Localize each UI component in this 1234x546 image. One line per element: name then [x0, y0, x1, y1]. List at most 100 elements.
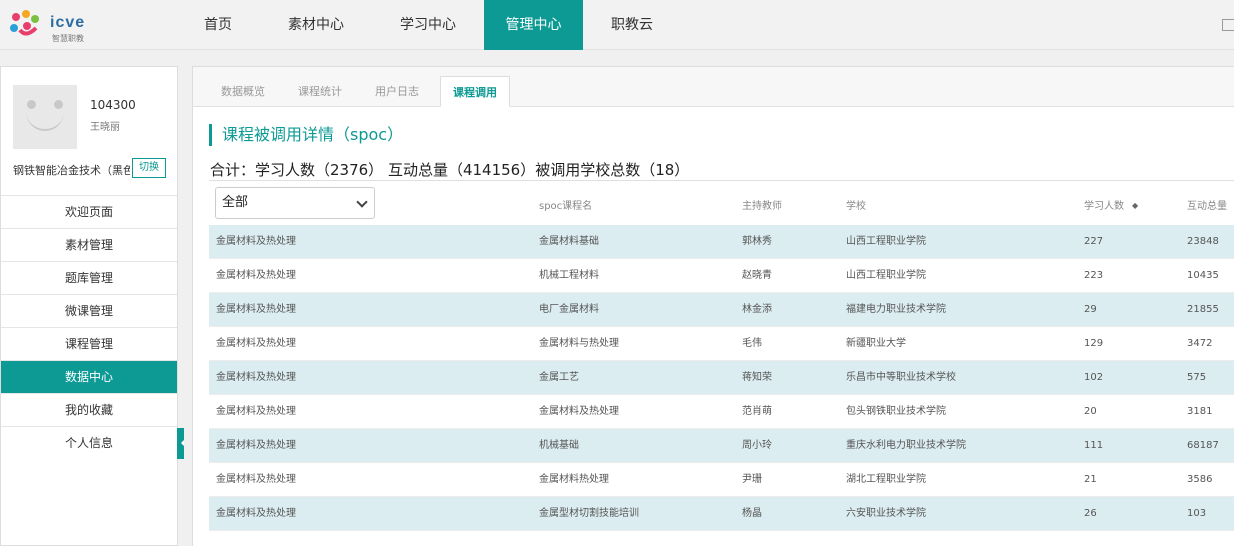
table-row: 金属材料及热处理 金属型材切割技能培训 杨晶 六安职业技术学院 26 103 — [209, 497, 1234, 531]
table-body: 金属材料及热处理 金属材料基础 郭林秀 山西工程职业学院 227 23848 金… — [209, 225, 1234, 531]
table-header: 全部 spoc课程名 主持教师 学校 学习人数 ◆ 互动总量 — [209, 180, 1234, 226]
cell-teacher: 范肖萌 — [742, 406, 772, 417]
mail-icon[interactable] — [1222, 19, 1234, 31]
tab-course-stats[interactable]: 课程统计 — [298, 76, 342, 107]
nav-home[interactable]: 首页 — [176, 0, 260, 50]
cell-spoc: 金属材料与热处理 — [539, 338, 619, 349]
user-id: 104300 — [90, 98, 136, 112]
table-row: 金属材料及热处理 金属材料与热处理 毛伟 新疆职业大学 129 3472 — [209, 327, 1234, 361]
cell-school: 山西工程职业学院 — [846, 236, 926, 247]
cell-learners: 29 — [1084, 304, 1097, 315]
cell-teacher: 林金添 — [742, 304, 772, 315]
course-filter-select[interactable]: 全部 — [215, 187, 375, 219]
sort-icon[interactable]: ◆ — [1132, 201, 1138, 210]
logo-text: icve — [50, 14, 86, 31]
cell-course: 金属材料及热处理 — [216, 440, 296, 451]
cell-learners: 129 — [1084, 338, 1104, 349]
cell-teacher: 尹珊 — [742, 474, 762, 485]
table-row: 金属材料及热处理 金属工艺 蒋知荣 乐昌市中等职业技术学校 102 575 — [209, 361, 1234, 395]
table-row: 金属材料及热处理 金属材料热处理 尹珊 湖北工程职业学院 21 3586 — [209, 463, 1234, 497]
nav-learning-center[interactable]: 学习中心 — [372, 0, 484, 50]
cell-course: 金属材料及热处理 — [216, 338, 296, 349]
cell-school: 新疆职业大学 — [846, 338, 906, 349]
cell-school: 山西工程职业学院 — [846, 270, 926, 281]
cell-interactions: 3586 — [1187, 474, 1213, 485]
table-row: 金属材料及热处理 电厂金属材料 林金添 福建电力职业技术学院 29 21855 — [209, 293, 1234, 327]
sidebar-item-profile[interactable]: 个人信息 — [1, 426, 177, 459]
cell-school: 乐昌市中等职业技术学校 — [846, 372, 956, 383]
cell-teacher: 周小玲 — [742, 440, 772, 451]
tab-user-log[interactable]: 用户日志 — [375, 76, 419, 107]
nav-management-center[interactable]: 管理中心 — [484, 0, 583, 50]
cell-learners: 26 — [1084, 508, 1097, 519]
cell-school: 湖北工程职业学院 — [846, 474, 926, 485]
logo-mark-icon — [10, 10, 39, 36]
cell-teacher: 杨晶 — [742, 508, 762, 519]
cell-teacher: 郭林秀 — [742, 236, 772, 247]
cell-interactions: 103 — [1187, 508, 1207, 519]
cell-course: 金属材料及热处理 — [216, 474, 296, 485]
cell-spoc: 机械工程材料 — [539, 270, 599, 281]
cell-teacher: 毛伟 — [742, 338, 762, 349]
switch-course-button[interactable]: 切换 — [132, 158, 166, 178]
table-row: 金属材料及热处理 机械工程材料 赵晓青 山西工程职业学院 223 10435 — [209, 259, 1234, 293]
cell-course: 金属材料及热处理 — [216, 406, 296, 417]
cell-learners: 111 — [1084, 440, 1104, 451]
cell-course: 金属材料及热处理 — [216, 372, 296, 383]
cell-spoc: 金属工艺 — [539, 372, 579, 383]
sidebar-item-question-bank[interactable]: 题库管理 — [1, 261, 177, 294]
icve-logo[interactable]: icve 智慧职教 — [6, 8, 90, 44]
column-learners-label: 学习人数 — [1084, 201, 1124, 212]
cell-school: 重庆水利电力职业技术学院 — [846, 440, 966, 451]
cell-school: 六安职业技术学院 — [846, 508, 926, 519]
cell-teacher: 赵晓青 — [742, 270, 772, 281]
column-teacher: 主持教师 — [742, 201, 782, 212]
cell-spoc: 机械基础 — [539, 440, 579, 451]
chevron-down-icon — [356, 196, 368, 208]
table-row: 金属材料及热处理 机械基础 周小玲 重庆水利电力职业技术学院 111 68187 — [209, 429, 1234, 463]
cell-teacher: 蒋知荣 — [742, 372, 772, 383]
tab-bar: 数据概览 课程统计 用户日志 课程调用 — [193, 67, 1234, 107]
tab-data-overview[interactable]: 数据概览 — [221, 76, 265, 107]
nav-materials-center[interactable]: 素材中心 — [260, 0, 372, 50]
cell-learners: 102 — [1084, 372, 1104, 383]
summary-totals: 合计：学习人数（2376） 互动总量（414156）被调用学校总数（18） — [210, 161, 690, 179]
sidebar-item-materials[interactable]: 素材管理 — [1, 228, 177, 261]
main-nav: 首页 素材中心 学习中心 管理中心 职教云 — [176, 0, 681, 50]
user-name: 王晓丽 — [90, 122, 120, 133]
section-title: 课程被调用详情（spoc） — [209, 124, 403, 146]
sidebar-menu: 欢迎页面 素材管理 题库管理 微课管理 课程管理 数据中心 我的收藏 个人信息 — [1, 195, 177, 459]
logo-subtitle: 智慧职教 — [52, 34, 84, 43]
cell-interactions: 3181 — [1187, 406, 1213, 417]
cell-spoc: 金属型材切割技能培训 — [539, 508, 639, 519]
column-interactions: 互动总量 — [1187, 201, 1227, 212]
table-row: 金属材料及热处理 金属材料基础 郭林秀 山西工程职业学院 227 23848 — [209, 225, 1234, 259]
cell-learners: 21 — [1084, 474, 1097, 485]
main-panel: 数据概览 课程统计 用户日志 课程调用 课程被调用详情（spoc） 合计：学习人… — [192, 66, 1234, 546]
cell-spoc: 电厂金属材料 — [539, 304, 599, 315]
cell-spoc: 金属材料热处理 — [539, 474, 609, 485]
nav-vocational-cloud[interactable]: 职教云 — [583, 0, 681, 50]
column-learners[interactable]: 学习人数 ◆ — [1084, 197, 1138, 212]
cell-interactions: 23848 — [1187, 236, 1219, 247]
cell-course: 金属材料及热处理 — [216, 270, 296, 281]
sidebar-item-microcourse[interactable]: 微课管理 — [1, 294, 177, 327]
avatar — [13, 85, 77, 149]
cell-interactions: 575 — [1187, 372, 1207, 383]
cell-interactions: 68187 — [1187, 440, 1219, 451]
filter-value: 全部 — [222, 195, 249, 210]
sidebar: 104300 王晓丽 钢铁智能冶金技术（黑色冶 切换 欢迎页面 素材管理 题库管… — [0, 66, 178, 546]
sidebar-item-favorites[interactable]: 我的收藏 — [1, 393, 177, 426]
sidebar-item-welcome[interactable]: 欢迎页面 — [1, 195, 177, 228]
cell-interactions: 3472 — [1187, 338, 1213, 349]
sidebar-item-data-center[interactable]: 数据中心 — [1, 360, 177, 393]
column-school: 学校 — [846, 201, 866, 212]
cell-learners: 20 — [1084, 406, 1097, 417]
cell-course: 金属材料及热处理 — [216, 236, 296, 247]
tab-course-usage[interactable]: 课程调用 — [440, 76, 510, 107]
sidebar-item-courses[interactable]: 课程管理 — [1, 327, 177, 360]
avatar-smile-icon — [26, 111, 64, 131]
avatar-eye-icon — [54, 100, 63, 109]
sidebar-collapse-handle[interactable] — [177, 428, 184, 459]
cell-learners: 223 — [1084, 270, 1104, 281]
